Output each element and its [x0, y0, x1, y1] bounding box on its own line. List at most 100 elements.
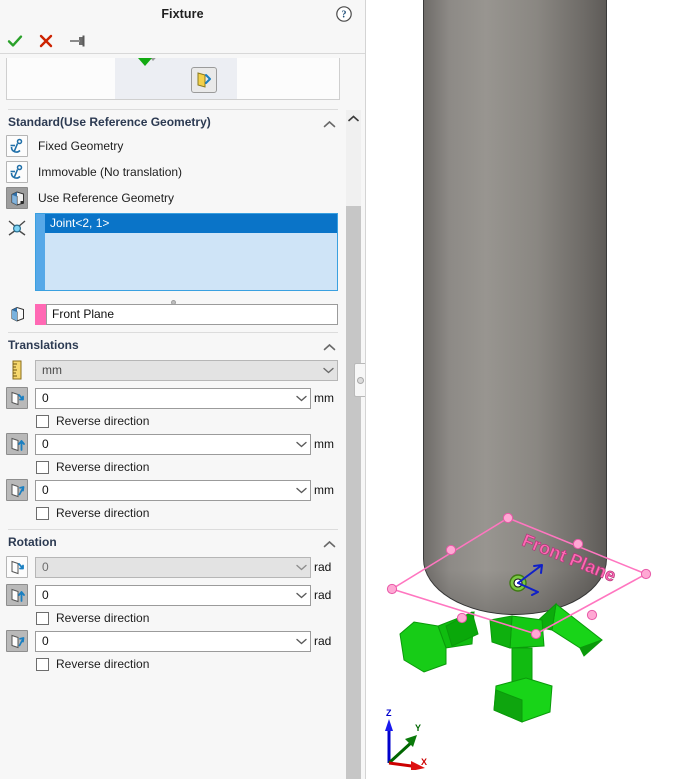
direction-along-icon[interactable] [6, 630, 28, 652]
direction-normal-icon[interactable] [6, 387, 28, 409]
scrollbar-thumb[interactable] [346, 206, 361, 779]
fixture-property-panel: Fixture ? Standard(Use Reference Geometr… [0, 0, 366, 779]
chevron-down-icon[interactable] [292, 638, 310, 645]
translation-field-1[interactable]: 0 [35, 387, 311, 409]
translation-field-1-row: 0 mm [0, 384, 346, 412]
translation-unit-3: mm [314, 483, 334, 497]
reference-geometry-cube-icon[interactable] [6, 187, 28, 209]
units-value: mm [42, 363, 62, 377]
graphics-viewport[interactable]: Front Plane Z Y X [366, 0, 679, 779]
rotation-field-3[interactable]: 0 [35, 630, 311, 652]
reverse-direction-checkbox[interactable] [36, 414, 49, 428]
units-dropdown[interactable]: mm [35, 359, 338, 381]
anchor-fixed-icon[interactable] [6, 135, 28, 157]
chevron-up-icon[interactable] [323, 118, 336, 127]
green-arrow-icon [131, 58, 159, 66]
rotation-field-1[interactable]: 0 [35, 556, 311, 578]
rotation-reverse-3-row[interactable]: Reverse direction [0, 655, 346, 673]
solidworks-fixture-screen: Fixture ? Standard(Use Reference Geometr… [0, 0, 680, 779]
reference-plane-input[interactable] [46, 303, 338, 325]
svg-text:Z: Z [386, 708, 392, 718]
panel-scroll-area: Standard(Use Reference Geometry) Fixed G… [0, 54, 365, 779]
viewport-overlay: Front Plane [386, 512, 652, 723]
plane-cube-icon [6, 303, 28, 325]
translation-field-3[interactable]: 0 [35, 479, 311, 501]
chevron-up-icon[interactable] [323, 341, 336, 350]
flip-direction-icon[interactable] [191, 67, 217, 93]
rotation-unit-1: rad [314, 560, 332, 574]
rotation-field-3-row: 0 rad [0, 627, 346, 655]
pushpin-icon[interactable] [68, 32, 86, 50]
section-header-translations[interactable]: Translations [0, 333, 346, 356]
panel-splitter-handle[interactable] [354, 363, 365, 397]
fixture-type-fixed-geometry[interactable]: Fixed Geometry [0, 133, 346, 159]
page-title: Fixture [161, 7, 204, 21]
translation-reverse-3-row[interactable]: Reverse direction [0, 504, 346, 522]
front-plane-label: Front Plane [520, 530, 619, 586]
direction-normal-icon[interactable] [6, 556, 28, 578]
reverse-direction-label: Reverse direction [56, 657, 150, 671]
chevron-up-icon[interactable] [323, 538, 336, 547]
rotation-value-3: 0 [42, 634, 49, 648]
selection-listbox[interactable]: Joint<2, 1> [35, 213, 338, 291]
svg-text:X: X [421, 757, 427, 767]
rotation-value-2: 0 [42, 588, 49, 602]
preview-inner-swatch [115, 58, 237, 99]
selection-row: Joint<2, 1> [0, 211, 346, 291]
fixture-type-use-reference-geometry[interactable]: Use Reference Geometry [0, 185, 346, 211]
direction-up-icon[interactable] [6, 584, 28, 606]
direction-preview-box [6, 58, 340, 100]
translation-reverse-1-row[interactable]: Reverse direction [0, 412, 346, 430]
scroll-up-button[interactable] [346, 110, 361, 126]
translation-unit-2: mm [314, 437, 334, 451]
direction-along-icon[interactable] [6, 479, 28, 501]
reference-plane-row [0, 301, 346, 325]
translation-field-2[interactable]: 0 [35, 433, 311, 455]
reverse-direction-checkbox[interactable] [36, 506, 49, 520]
translation-reverse-2-row[interactable]: Reverse direction [0, 458, 346, 476]
direction-up-icon[interactable] [6, 433, 28, 455]
splitter-dot-icon [357, 376, 364, 384]
list-item[interactable]: Joint<2, 1> [45, 214, 337, 233]
chevron-down-icon[interactable] [292, 395, 310, 402]
chevron-down-icon[interactable] [292, 441, 310, 448]
plane-color-swatch [35, 303, 46, 325]
red-x-icon[interactable] [37, 32, 55, 50]
section-header-standard[interactable]: Standard(Use Reference Geometry) [0, 110, 346, 133]
reverse-direction-label: Reverse direction [56, 460, 150, 474]
rotation-field-1-row: 0 rad [0, 553, 346, 581]
translation-unit-1: mm [314, 391, 334, 405]
selection-active-bar [36, 214, 45, 290]
reverse-direction-label: Reverse direction [56, 611, 150, 625]
selection-list[interactable]: Joint<2, 1> [45, 214, 337, 290]
rotation-value-1: 0 [42, 560, 49, 574]
units-row: mm [0, 356, 346, 384]
reverse-direction-label: Reverse direction [56, 506, 150, 520]
rotation-field-2[interactable]: 0 [35, 584, 311, 606]
panel-scrollbar[interactable] [346, 110, 361, 779]
panel-command-bar [0, 28, 365, 54]
help-question-icon[interactable]: ? [335, 5, 353, 23]
anchor-immovable-icon[interactable] [6, 161, 28, 183]
green-check-icon[interactable] [6, 32, 24, 50]
chevron-down-icon[interactable] [292, 592, 310, 599]
panel-titlebar: Fixture ? [0, 0, 365, 28]
section-header-rotation[interactable]: Rotation [0, 530, 346, 553]
resize-grip-dot[interactable] [0, 292, 346, 305]
reverse-direction-checkbox[interactable] [36, 611, 49, 625]
reverse-direction-checkbox[interactable] [36, 657, 49, 671]
rotation-unit-2: rad [314, 588, 332, 602]
fixture-type-label: Use Reference Geometry [38, 191, 175, 205]
rotation-field-2-row: 0 rad [0, 581, 346, 609]
fixture-type-label: Immovable (No translation) [38, 165, 183, 179]
translation-field-2-row: 0 mm [0, 430, 346, 458]
fixture-type-label: Fixed Geometry [38, 139, 124, 153]
chevron-down-icon[interactable] [292, 564, 310, 571]
section-title-standard: Standard(Use Reference Geometry) [8, 115, 211, 129]
chevron-down-icon[interactable] [292, 487, 310, 494]
chevron-down-icon[interactable] [319, 367, 337, 374]
rotation-reverse-2-row[interactable]: Reverse direction [0, 609, 346, 627]
translation-value-2: 0 [42, 437, 49, 451]
fixture-type-immovable[interactable]: Immovable (No translation) [0, 159, 346, 185]
reverse-direction-checkbox[interactable] [36, 460, 49, 474]
